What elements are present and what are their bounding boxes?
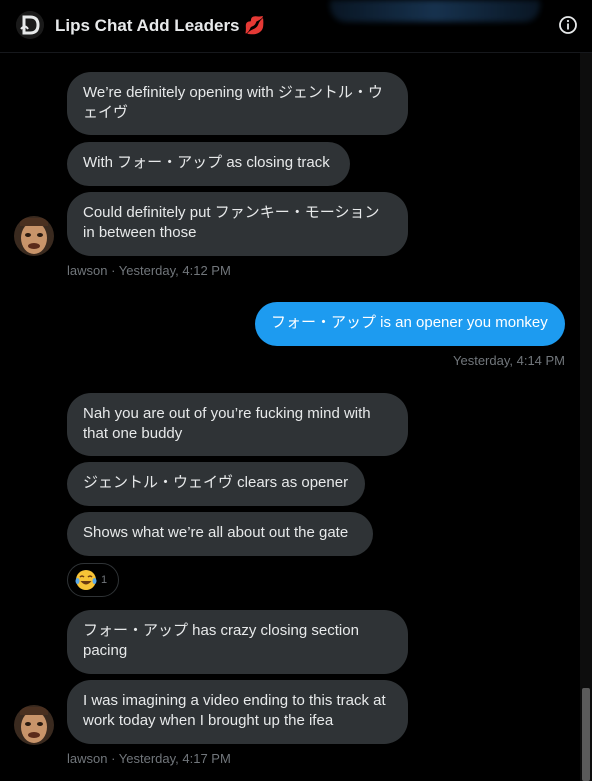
message-meta: lawson · Yesterday, 4:17 PM bbox=[67, 751, 231, 766]
message-text: With フォー・アップ as closing track bbox=[83, 154, 330, 171]
scrollbar-thumb[interactable] bbox=[582, 688, 590, 781]
group-avatar[interactable] bbox=[16, 11, 44, 39]
info-button[interactable] bbox=[558, 15, 578, 35]
message-text: Shows what we’re all about out the gate bbox=[83, 524, 349, 541]
reaction-count: 1 bbox=[101, 574, 108, 586]
message-text: I was imagining a video ending to this t… bbox=[83, 692, 386, 729]
blurred-region bbox=[330, 0, 540, 22]
message-text: フォー・アップ is an opener you monkey bbox=[271, 314, 548, 331]
reaction-chip[interactable]: 1 bbox=[67, 563, 119, 597]
laughing-tears-icon bbox=[74, 568, 98, 592]
sent-message-bubble[interactable]: フォー・アップ is an opener you monkey bbox=[255, 302, 565, 346]
d-logo-icon bbox=[16, 11, 44, 39]
message-bubble[interactable]: We’re definitely opening with ジェントル・ウェイヴ bbox=[67, 72, 408, 135]
message-bubble[interactable]: I was imagining a video ending to this t… bbox=[67, 680, 408, 744]
message-bubble[interactable]: Shows what we’re all about out the gate bbox=[67, 512, 373, 556]
conversation-title: Lips Chat Add Leaders 💋 bbox=[55, 16, 266, 35]
message-bubble[interactable]: フォー・アップ has crazy closing section pacing bbox=[67, 610, 408, 674]
message-bubble[interactable]: Could definitely put ファンキー・モーション in betw… bbox=[67, 192, 408, 256]
message-text: Could definitely put ファンキー・モーション in betw… bbox=[83, 204, 380, 241]
info-icon bbox=[559, 16, 577, 34]
avatar[interactable] bbox=[14, 705, 54, 745]
conversation-header: Lips Chat Add Leaders 💋 bbox=[0, 0, 592, 53]
message-text: ジェントル・ウェイヴ clears as opener bbox=[83, 474, 349, 491]
message-meta: lawson · Yesterday, 4:12 PM bbox=[67, 263, 231, 278]
user-avatar-image bbox=[14, 216, 54, 256]
message-bubble[interactable]: With フォー・アップ as closing track bbox=[67, 142, 350, 186]
scrollbar-track[interactable] bbox=[580, 53, 592, 781]
message-text: We’re definitely opening with ジェントル・ウェイヴ bbox=[83, 84, 383, 121]
message-bubble[interactable]: ジェントル・ウェイヴ clears as opener bbox=[67, 462, 365, 506]
message-bubble[interactable]: Nah you are out of you’re fucking mind w… bbox=[67, 393, 408, 456]
message-text: フォー・アップ has crazy closing section pacing bbox=[83, 622, 359, 659]
avatar[interactable] bbox=[14, 216, 54, 256]
user-avatar-image bbox=[14, 705, 54, 745]
message-meta: Yesterday, 4:14 PM bbox=[453, 353, 566, 368]
message-text: Nah you are out of you’re fucking mind w… bbox=[83, 405, 371, 442]
